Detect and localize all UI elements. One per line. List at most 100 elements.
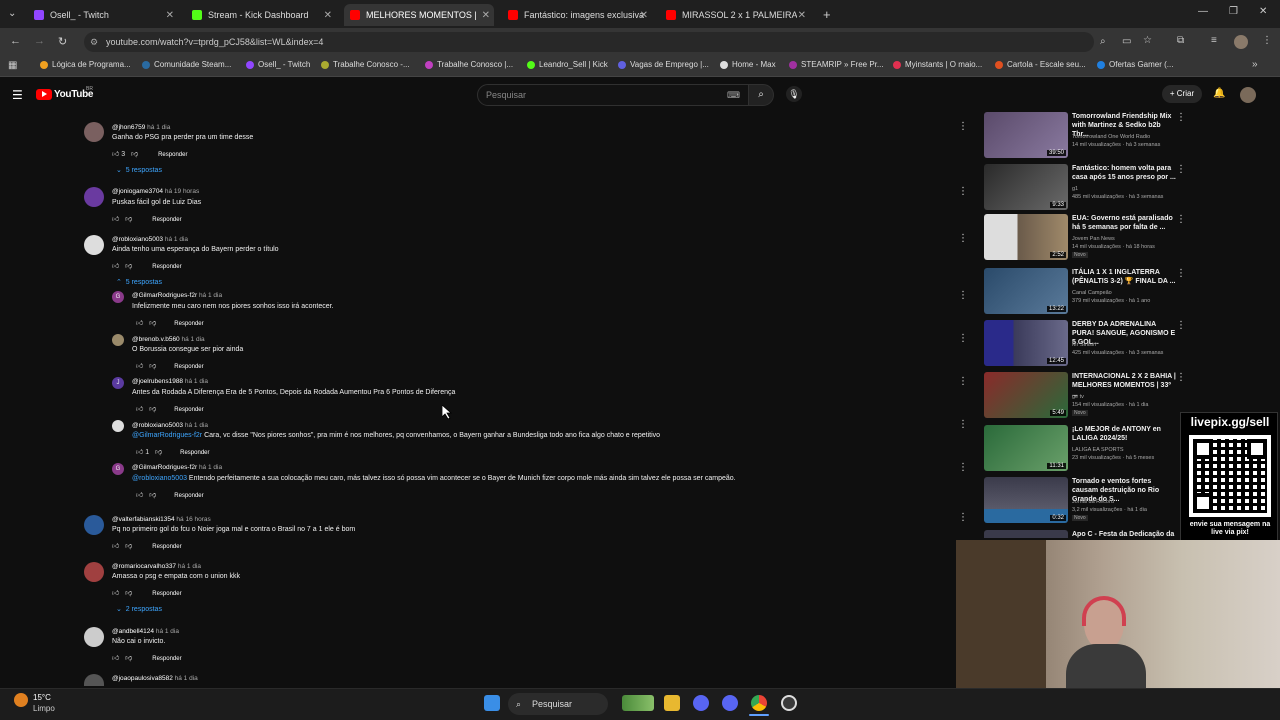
bookmark-item[interactable]: Trabalhe Conosco |... [425,60,513,69]
reply-button[interactable]: Responder [152,656,181,662]
minimize-icon[interactable]: — [1198,6,1208,17]
zoom-icon[interactable]: ⌕ [1100,36,1106,47]
discord-icon[interactable] [693,695,709,711]
video-channel[interactable]: g1 [1072,186,1078,192]
mention-link[interactable]: @robloxiano5003 [132,475,187,482]
browser-menu-icon[interactable]: ⋮ [1262,35,1272,46]
comment-menu-icon[interactable]: ⋮ [958,121,968,132]
video-channel[interactable]: LALIGA EA SPORTS [1072,447,1124,453]
close-icon[interactable]: ✕ [640,10,648,21]
bookmark-item[interactable]: Leandro_Sell | Kick [527,60,608,69]
video-channel[interactable]: Canal Campeão [1072,290,1112,296]
reply-button[interactable]: Responder [174,407,203,413]
chrome-icon[interactable] [751,695,767,711]
mention-link[interactable]: @GilmarRodrigues-f2r [132,432,202,439]
comment-menu-icon[interactable]: ⋮ [958,419,968,430]
dislike-icon[interactable]: 👎︎ [125,590,132,597]
bookmark-star-icon[interactable]: ☆ [1143,35,1152,46]
replier-avatar[interactable] [112,334,124,346]
tab-fantastico[interactable]: Fantástico: imagens exclusivas ...✕ [502,4,652,26]
comment-menu-icon[interactable]: ⋮ [958,376,968,387]
bookmark-item[interactable]: Osell_ - Twitch [246,60,310,69]
reply-button[interactable]: Responder [180,450,209,456]
weather-icon[interactable] [14,693,28,707]
comment-menu-icon[interactable]: ⋮ [958,233,968,244]
video-card[interactable]: 0:32 Tornado e ventos fortes causam dest… [984,477,1184,525]
like-icon[interactable]: 👍︎ [136,406,143,413]
video-channel[interactable]: Tomorrowland One World Radio [1072,134,1150,140]
video-title[interactable]: EUA: Governo está paralisado há 5 semana… [1072,214,1178,232]
windows-start-icon[interactable] [484,695,500,711]
commenter-avatar[interactable] [84,674,104,686]
reply-button[interactable]: Responder [174,321,203,327]
video-thumbnail[interactable]: 11:31 [984,425,1068,471]
like-icon[interactable]: 👍︎ [112,216,119,223]
dislike-icon[interactable]: 👎︎ [125,655,132,662]
video-card[interactable]: 2:52 EUA: Governo está paralisado há 5 s… [984,214,1186,262]
weather-temp[interactable]: 15°C [33,693,51,702]
like-icon[interactable]: 👍︎ [136,492,143,499]
reply-author[interactable]: @brenob.v.b560 há 1 dia [132,336,205,343]
replier-avatar[interactable]: J [112,377,124,389]
video-card[interactable]: 11:31 ¡Lo MEJOR de ANTONY en LALIGA 2024… [984,425,1186,473]
dislike-icon[interactable]: 👎︎ [149,320,156,327]
video-title[interactable]: Apo C - Festa da Dedicação da ... [1072,530,1178,538]
video-thumbnail[interactable]: 39:50 [984,112,1068,158]
comment-author[interactable]: @joaopaulosiva8582 há 1 dia [112,675,198,682]
comment-menu-icon[interactable]: ⋮ [958,462,968,473]
commenter-avatar[interactable] [84,235,104,255]
microphone-icon[interactable]: 🎙 [786,86,802,102]
like-icon[interactable]: 👍︎ [112,543,119,550]
video-title[interactable]: ¡Lo MEJOR de ANTONY en LALIGA 2024/25! [1072,425,1178,443]
profile-avatar[interactable] [1234,35,1248,49]
reply-button[interactable]: Responder [152,544,181,550]
youtube-logo-icon[interactable] [36,89,52,100]
commenter-avatar[interactable] [84,562,104,582]
video-thumbnail[interactable]: 2:52 [984,214,1068,260]
youtube-search-input[interactable]: Pesquisar ⌨ [477,84,749,106]
reply-author[interactable]: @robloxiano5003 há 1 dia [132,422,208,429]
account-avatar[interactable] [1240,87,1256,103]
bookmark-item[interactable]: Trabalhe Conosco -... [321,60,410,69]
bookmark-item[interactable]: Home - Max [720,60,776,69]
reply-author[interactable]: @joelrubens1988 há 1 dia [132,378,208,385]
video-title[interactable]: INTERNACIONAL 2 X 2 BAHIA | MELHORES MOM… [1072,372,1178,399]
site-info-icon[interactable]: ⚙ [90,32,98,52]
bookmark-item[interactable]: Lógica de Programa... [40,60,131,69]
video-card[interactable]: 39:50 Tomorrowland Friendship Mix with M… [984,112,1186,160]
notifications-bell-icon[interactable]: 🔔 [1213,88,1225,99]
reply-button[interactable]: Responder [152,591,181,597]
video-thumbnail[interactable]: 5:49 [984,372,1068,418]
dislike-icon[interactable]: 👎︎ [125,216,132,223]
reply-button[interactable]: Responder [174,364,203,370]
widget-icon[interactable] [622,695,654,711]
window-close-icon[interactable]: ✕ [1259,6,1267,17]
like-icon[interactable]: 👍︎ [112,590,119,597]
dislike-icon[interactable]: 👎︎ [131,151,138,158]
dislike-icon[interactable]: 👎︎ [125,543,132,550]
discord-ptb-icon[interactable] [722,695,738,711]
reply-button[interactable]: Responder [152,264,181,270]
replier-avatar[interactable]: G [112,463,124,475]
back-icon[interactable]: ← [10,35,21,47]
video-card[interactable]: Apo C - Festa da Dedicação da ... [984,530,1184,538]
dislike-icon[interactable]: 👎︎ [155,449,162,456]
video-menu-icon[interactable]: ⋮ [1176,112,1186,123]
video-thumbnail[interactable]: 13:22 [984,268,1068,314]
like-icon[interactable]: 👍︎ [112,655,119,662]
video-thumbnail[interactable] [984,530,1068,538]
reload-icon[interactable]: ↻ [58,35,67,48]
video-menu-icon[interactable]: ⋮ [1176,320,1186,331]
bookmark-item[interactable]: Comunidade Steam... [142,60,231,69]
replies-toggle[interactable]: ⌄ 5 respostas [116,166,162,174]
replier-avatar[interactable] [112,420,124,432]
dislike-icon[interactable]: 👎︎ [149,363,156,370]
comment-menu-icon[interactable]: ⋮ [958,290,968,301]
video-channel[interactable]: Jornal da Record [1072,499,1114,505]
video-title[interactable]: ITÁLIA 1 X 1 INGLATERRA (PÊNALTIS 3-2) 🏆… [1072,268,1178,286]
like-icon[interactable]: 👍︎ [136,449,143,456]
apps-grid-icon[interactable]: ▦ [8,60,17,71]
like-icon[interactable]: 👍︎ [112,151,119,158]
media-controls-icon[interactable]: ≡ [1211,35,1217,46]
replies-toggle[interactable]: ⌃ 5 respostas [116,278,162,286]
